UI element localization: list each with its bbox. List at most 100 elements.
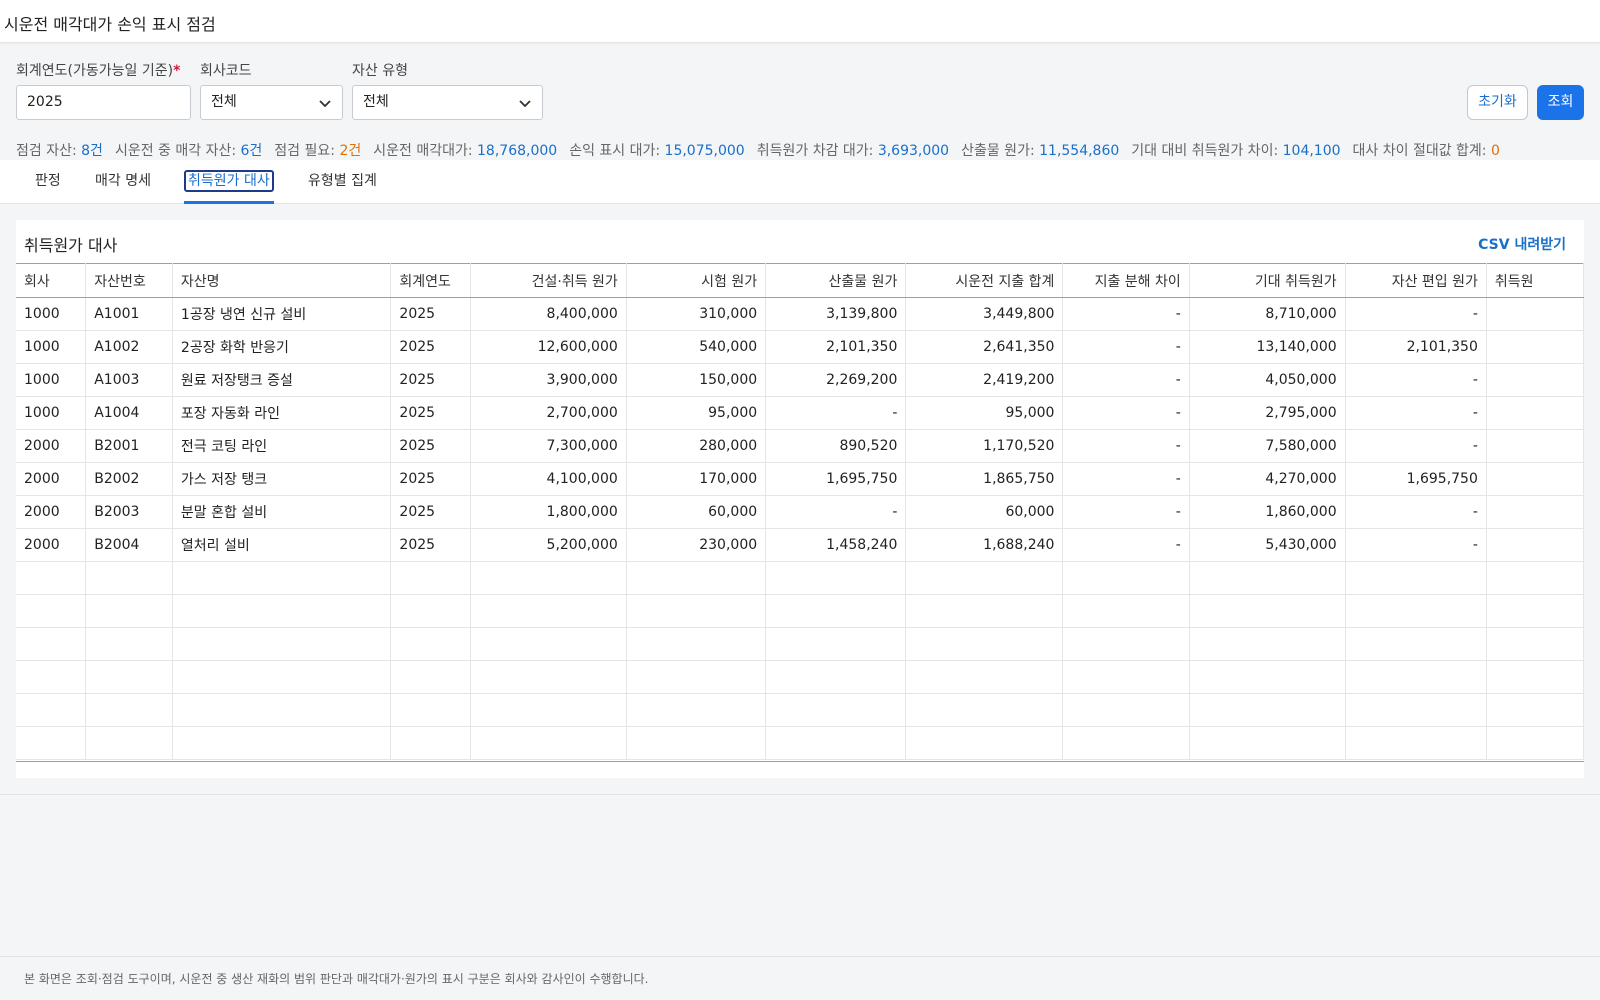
empty-cell bbox=[172, 726, 392, 760]
table-cell: 1,695,750 bbox=[1345, 462, 1487, 496]
column-header[interactable]: 취득원 bbox=[1486, 263, 1584, 298]
column-header[interactable]: 시험 원가 bbox=[626, 263, 767, 298]
summary-label: 손익 표시 대가: bbox=[569, 143, 665, 159]
table-cell: 60,000 bbox=[905, 495, 1064, 529]
asset-type-select[interactable]: 전체 bbox=[352, 85, 543, 120]
empty-cell bbox=[1486, 660, 1584, 694]
table-cell: 1000 bbox=[16, 396, 87, 430]
column-header[interactable]: 시운전 지출 합계 bbox=[905, 263, 1064, 298]
empty-cell bbox=[1189, 561, 1346, 595]
tab-sales-detail[interactable]: 매각 명세 bbox=[95, 160, 151, 204]
empty-cell bbox=[765, 627, 907, 661]
summary-item: 점검 자산: 8건 bbox=[16, 143, 103, 159]
table-cell: - bbox=[1345, 363, 1487, 397]
column-header[interactable]: 회사 bbox=[16, 263, 87, 298]
reset-button[interactable]: 초기화 bbox=[1467, 85, 1528, 120]
company-code-select[interactable]: 전체 bbox=[200, 85, 343, 120]
column-header[interactable]: 지출 분해 차이 bbox=[1062, 263, 1190, 298]
summary-label: 점검 필요: bbox=[274, 143, 340, 159]
recon-panel: 취득원가 대사 CSV 내려받기 회사 자산번호 자산명 회계연도 건설·취득 원가 시험… bbox=[16, 220, 1584, 778]
table-cell bbox=[1486, 396, 1584, 430]
table-cell: 2025 bbox=[390, 396, 471, 430]
empty-cell bbox=[1345, 660, 1487, 694]
empty-cell bbox=[172, 627, 392, 661]
empty-cell bbox=[1189, 594, 1346, 628]
table-cell: 2025 bbox=[390, 495, 471, 529]
table-cell: - bbox=[1345, 495, 1487, 529]
table-cell: 3,139,800 bbox=[765, 297, 907, 331]
empty-cell bbox=[85, 561, 173, 595]
summary-label: 취득원가 차감 대가: bbox=[756, 143, 878, 159]
empty-cell bbox=[1189, 627, 1346, 661]
empty-cell bbox=[1062, 594, 1190, 628]
table-cell: 2,101,350 bbox=[1345, 330, 1487, 364]
table-cell: - bbox=[765, 396, 907, 430]
empty-cell bbox=[172, 561, 392, 595]
empty-cell bbox=[1486, 726, 1584, 760]
table-cell: 5,430,000 bbox=[1189, 528, 1346, 562]
table-row[interactable]: 2000 B2003 분말 혼합 설비 2025 1,800,000 60,000-60,… bbox=[16, 495, 1584, 529]
empty-cell bbox=[16, 561, 87, 595]
table-cell bbox=[1486, 462, 1584, 496]
empty-cell bbox=[390, 594, 471, 628]
panel-title: 취득원가 대사 bbox=[24, 236, 118, 255]
column-header[interactable]: 자산 편입 원가 bbox=[1345, 263, 1487, 298]
table-row[interactable]: 1000 A1001 1공장 냉연 신규 설비 2025 8,400,000 310,00… bbox=[16, 297, 1584, 331]
table-row[interactable]: 2000 B2001 전극 코팅 라인 2025 7,300,000 280,000 890… bbox=[16, 429, 1584, 463]
summary-item: 대사 차이 절대값 합계: 0 bbox=[1353, 143, 1500, 159]
empty-cell bbox=[16, 660, 87, 694]
table-row[interactable]: 2000 B2002 가스 저장 탱크 2025 4,100,000 170,000 1,6… bbox=[16, 462, 1584, 496]
empty-cell bbox=[626, 660, 767, 694]
table-cell: - bbox=[1062, 363, 1190, 397]
table-cell: 95,000 bbox=[626, 396, 767, 430]
table-row[interactable]: 2000 B2004 열처리 설비 2025 5,200,000 230,000 1,458… bbox=[16, 528, 1584, 562]
summary-label: 시운전 매각대가: bbox=[373, 143, 478, 159]
table-cell: 2,269,200 bbox=[765, 363, 907, 397]
query-button[interactable]: 조회 bbox=[1537, 85, 1584, 120]
tab-acquisition-cost-recon[interactable]: 취득원가 대사 bbox=[184, 160, 274, 204]
table-cell: 2,641,350 bbox=[905, 330, 1064, 364]
table-cell bbox=[1486, 429, 1584, 463]
empty-cell bbox=[1062, 726, 1190, 760]
recon-table: 회사 자산번호 자산명 회계연도 건설·취득 원가 시험 원가 산출물 원가 시운전 지출 합… bbox=[16, 263, 1584, 760]
table-row[interactable]: 1000 A1002 2공장 화학 반응기 2025 12,600,000 540,000… bbox=[16, 330, 1584, 364]
asset-type-label: 자산 유형 bbox=[352, 63, 408, 79]
tab-type-summary[interactable]: 유형별 집계 bbox=[308, 160, 377, 204]
chevron-down-icon bbox=[319, 100, 331, 108]
active-tab-underline bbox=[184, 201, 274, 204]
table-row[interactable]: 1000 A1004 포장 자동화 라인 2025 2,700,000 95,000-95… bbox=[16, 396, 1584, 430]
table-cell: 2000 bbox=[16, 429, 87, 463]
empty-cell bbox=[85, 627, 173, 661]
table-cell: 포장 자동화 라인 bbox=[172, 396, 392, 430]
company-code-value: 전체 bbox=[211, 94, 237, 110]
column-header[interactable]: 회계연도 bbox=[390, 263, 471, 298]
fiscal-year-input[interactable]: 2025 bbox=[16, 85, 191, 120]
table-cell: 95,000 bbox=[905, 396, 1064, 430]
empty-row bbox=[16, 726, 1584, 760]
empty-cell bbox=[1062, 660, 1190, 694]
column-header[interactable]: 자산명 bbox=[172, 263, 392, 298]
table-cell bbox=[1486, 495, 1584, 529]
empty-cell bbox=[1486, 627, 1584, 661]
empty-cell bbox=[1062, 561, 1190, 595]
column-header[interactable]: 기대 취득원가 bbox=[1189, 263, 1346, 298]
table-cell: 2025 bbox=[390, 330, 471, 364]
summary-value: 18,768,000 bbox=[477, 143, 558, 159]
table-cell: 1공장 냉연 신규 설비 bbox=[172, 297, 392, 331]
column-header[interactable]: 건설·취득 원가 bbox=[470, 263, 627, 298]
empty-cell bbox=[16, 594, 87, 628]
recon-table-wrap: 회사 자산번호 자산명 회계연도 건설·취득 원가 시험 원가 산출물 원가 시운전 지출 합… bbox=[16, 263, 1584, 761]
column-header[interactable]: 산출물 원가 bbox=[765, 263, 907, 298]
summary-value: 3,693,000 bbox=[877, 143, 950, 159]
summary-item: 취득원가 차감 대가: 3,693,000 bbox=[757, 143, 949, 159]
company-code-label: 회사코드 bbox=[200, 63, 252, 79]
csv-download-button[interactable]: CSV 내려받기 bbox=[1478, 234, 1566, 254]
column-header[interactable]: 자산번호 bbox=[85, 263, 173, 298]
tab-judgment[interactable]: 판정 bbox=[35, 160, 61, 204]
empty-cell bbox=[1345, 726, 1487, 760]
empty-cell bbox=[905, 594, 1064, 628]
table-cell: 2,795,000 bbox=[1189, 396, 1346, 430]
table-row[interactable]: 1000 A1003 원료 저장탱크 증설 2025 3,900,000 150,000 2… bbox=[16, 363, 1584, 397]
table-cell: 가스 저장 탱크 bbox=[172, 462, 392, 496]
table-cell: 2,700,000 bbox=[470, 396, 627, 430]
